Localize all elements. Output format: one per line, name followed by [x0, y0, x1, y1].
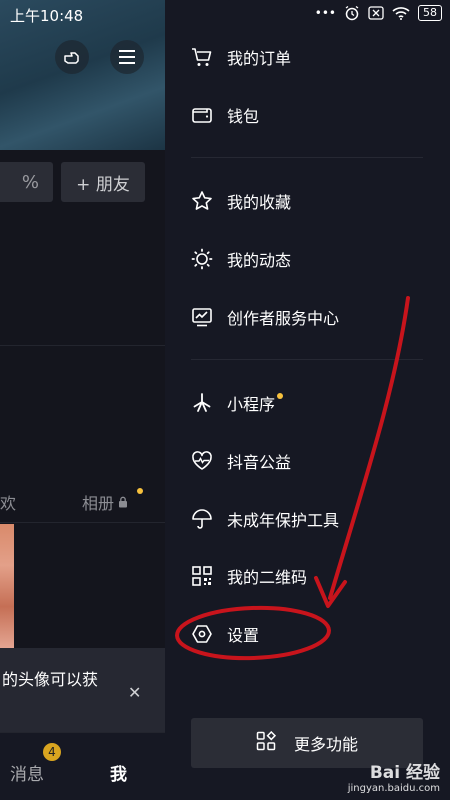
menu-item-charity[interactable]: 抖音公益: [191, 446, 291, 476]
menu-item-label: 小程序: [227, 395, 276, 414]
status-icons: ••• 58: [315, 5, 442, 21]
qrcode-icon: [191, 565, 213, 587]
menu-item-label: 抖音公益: [227, 453, 292, 472]
heart-pulse-icon: [191, 450, 213, 472]
status-time: 上午10:48: [10, 7, 84, 25]
more-dots-icon: •••: [314, 6, 336, 20]
hand-point-button[interactable]: [55, 40, 89, 74]
hexagon-gear-icon: [191, 623, 213, 645]
menu-item-orders[interactable]: 我的订单: [191, 42, 291, 72]
chart-monitor-icon: [191, 306, 213, 328]
miniprogram-icon: [191, 392, 213, 414]
grid-plus-icon: [256, 730, 277, 755]
menu-item-creator-center[interactable]: 创作者服务中心: [191, 302, 339, 332]
tab-likes[interactable]: 欢: [0, 490, 16, 514]
menu-item-label: 钱包: [227, 107, 260, 126]
umbrella-icon: [191, 508, 213, 530]
messages-badge: 4: [43, 743, 61, 761]
album-new-dot: [137, 488, 143, 494]
menu-item-label: 未成年保护工具: [227, 511, 340, 530]
profile-progress-box[interactable]: %: [0, 162, 53, 202]
sun-icon: [191, 248, 213, 270]
battery-indicator: 58: [418, 5, 442, 21]
divider: [191, 157, 423, 158]
new-dot: [277, 393, 284, 399]
menu-item-label: 我的订单: [227, 49, 292, 68]
hamburger-icon: [119, 50, 135, 64]
sim-off-icon: [368, 6, 384, 20]
tab-album-label: 相册: [82, 494, 115, 513]
alarm-icon: [345, 5, 359, 21]
tab-album[interactable]: 相册: [82, 490, 128, 514]
menu-item-label: 创作者服务中心: [227, 309, 340, 328]
toast-text: 的头像可以获: [2, 670, 99, 689]
menu-item-wallet[interactable]: 钱包: [191, 100, 259, 130]
lock-icon: [119, 496, 128, 508]
percent-label: %: [21, 171, 39, 193]
menu-item-settings[interactable]: 设置: [191, 619, 259, 649]
hand-point-icon: [64, 52, 79, 64]
divider: [191, 359, 423, 360]
menu-item-label: 我的动态: [227, 251, 292, 270]
menu-item-activity[interactable]: 我的动态: [191, 244, 291, 274]
menu-item-qr-code[interactable]: 我的二维码: [191, 561, 307, 591]
menu-item-favorites[interactable]: 我的收藏: [191, 186, 291, 216]
menu-item-label: 我的二维码: [227, 568, 308, 587]
wifi-icon: [392, 7, 410, 20]
wallet-icon: [191, 104, 213, 126]
menu-item-label: 我的收藏: [227, 193, 292, 212]
menu-item-label: 设置: [227, 626, 260, 645]
watermark-sub: jingyan.baidu.com: [347, 783, 440, 794]
screen: 上午10:48 ••• 58 % + 朋友 欢 相册 的头像可以获 ✕ 消息 4…: [0, 0, 450, 800]
menu-button[interactable]: [110, 40, 144, 74]
side-drawer: 我的订单 钱包 我的收藏 我的动态 创作者服务中心 小程序 抖音公益 未成年保护…: [165, 0, 450, 800]
watermark: Bai 经验 jingyan.baidu.com: [348, 758, 440, 794]
profile-page-background: % + 朋友 欢 相册 的头像可以获 ✕ 消息 4 我: [0, 0, 165, 800]
close-icon[interactable]: ✕: [128, 683, 141, 702]
divider: [0, 345, 165, 346]
menu-item-minor-protection[interactable]: 未成年保护工具: [191, 504, 339, 534]
divider: [0, 522, 165, 523]
cart-icon: [191, 46, 213, 68]
nav-me[interactable]: 我: [110, 760, 127, 785]
status-bar: 上午10:48 ••• 58: [0, 0, 450, 30]
add-friend-button[interactable]: + 朋友: [61, 162, 145, 202]
menu-item-mini-program[interactable]: 小程序: [191, 388, 284, 418]
nav-messages[interactable]: 消息: [10, 760, 44, 785]
video-thumbnail[interactable]: [0, 524, 14, 648]
more-features-label: 更多功能: [293, 735, 358, 754]
watermark-main: Bai 经验: [369, 763, 440, 783]
star-icon: [191, 190, 213, 212]
